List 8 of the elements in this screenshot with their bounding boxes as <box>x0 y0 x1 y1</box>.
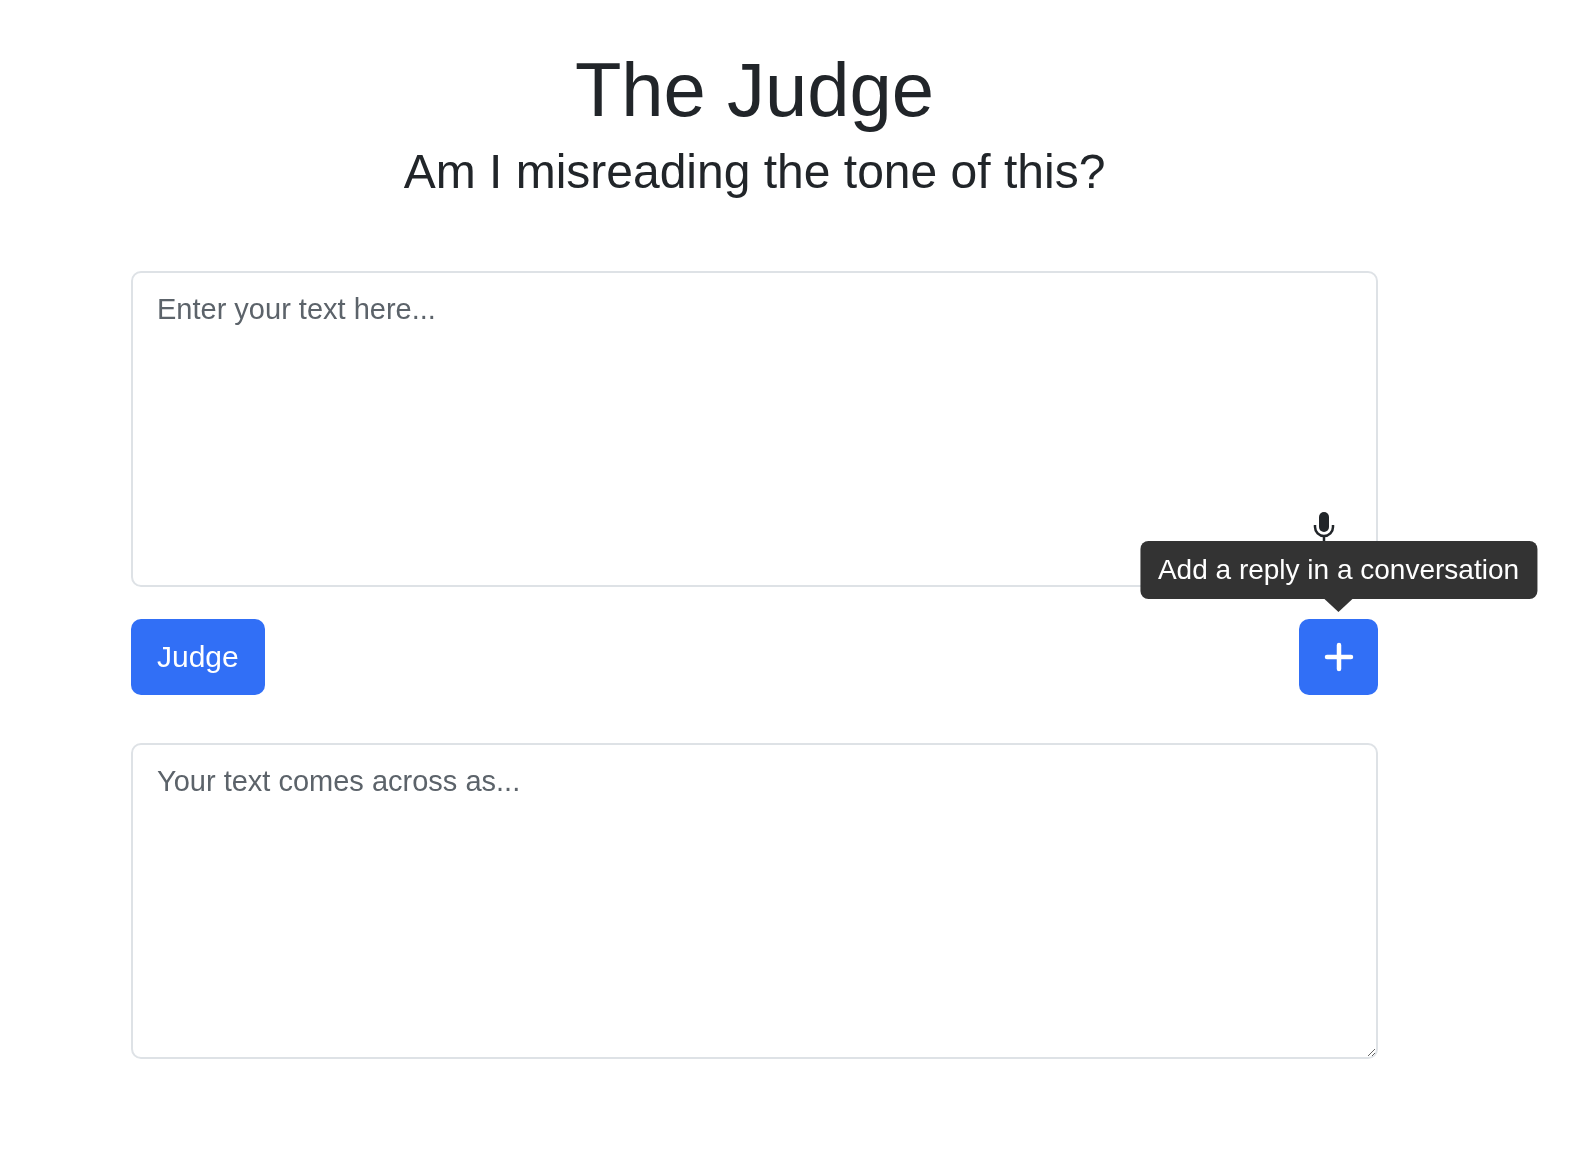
judge-button[interactable]: Judge <box>131 618 265 695</box>
page-title: The Judge <box>574 46 935 134</box>
plus-icon <box>1323 641 1354 672</box>
microphone-icon[interactable] <box>1312 510 1336 543</box>
output-field[interactable]: Your text comes across as... <box>131 742 1378 1059</box>
tooltip: Add a reply in a conversation <box>1139 540 1538 599</box>
add-button[interactable] <box>1299 618 1378 695</box>
page-subtitle: Am I misreading the tone of this? <box>403 144 1106 201</box>
